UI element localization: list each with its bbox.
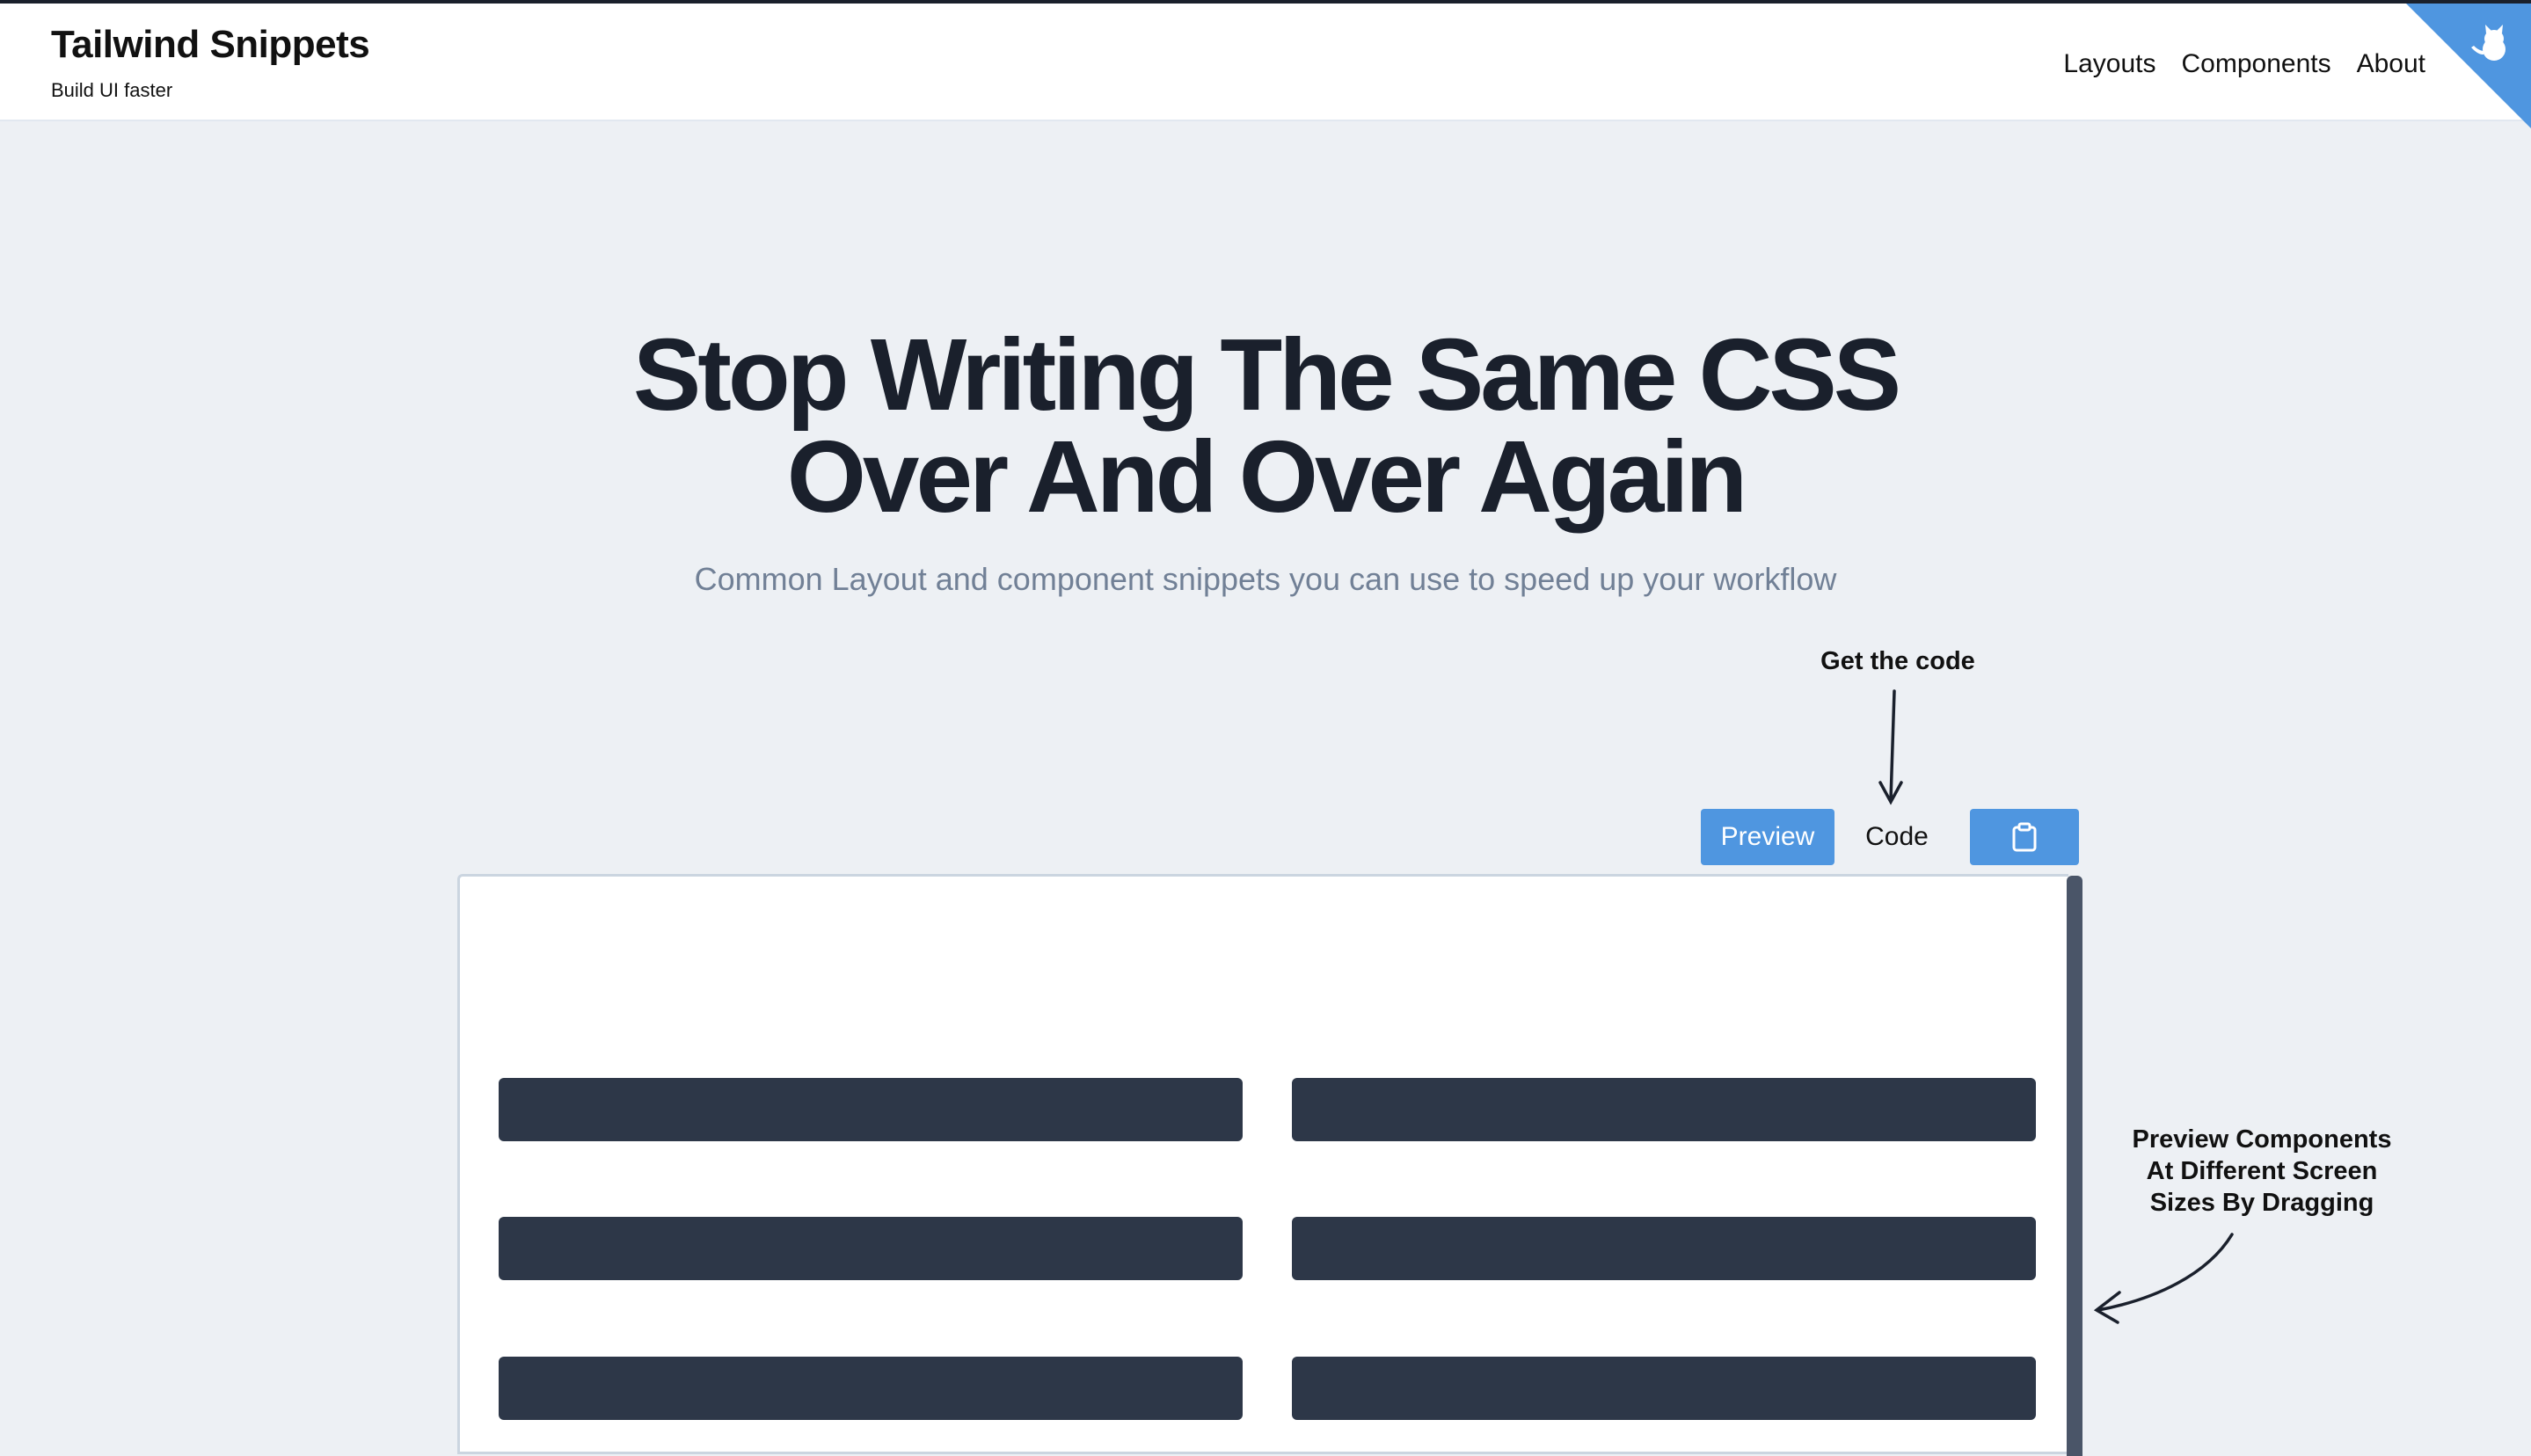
annotation-line: Sizes By Dragging — [2149, 1189, 2374, 1217]
copy-code-button[interactable] — [1970, 809, 2079, 865]
main-nav: Layouts Components About — [2063, 49, 2425, 79]
code-arrow — [1889, 689, 1896, 802]
placeholder-block — [499, 1078, 1243, 1141]
hero-title: Stop Writing The Same CSS Over And Over … — [0, 324, 2531, 528]
github-corner-link[interactable] — [2406, 4, 2531, 128]
get-code-annotation: Get the code — [1820, 647, 1975, 675]
annotation-line: Preview Components — [2132, 1125, 2392, 1154]
preview-tab-button[interactable]: Preview — [1701, 809, 1834, 865]
component-preview-frame — [457, 874, 2068, 1454]
nav-components[interactable]: Components — [2181, 49, 2330, 79]
placeholder-block — [1292, 1217, 2036, 1280]
placeholder-block — [499, 1357, 1243, 1420]
clipboard-icon — [2012, 822, 2037, 852]
github-octocat-icon — [2406, 4, 2531, 128]
annotation-line: At Different Screen — [2146, 1157, 2378, 1185]
drag-arrow — [2097, 1233, 2234, 1312]
placeholder-block — [499, 1217, 1243, 1280]
site-subtitle: Build UI faster — [51, 79, 173, 101]
placeholder-block — [1292, 1078, 2036, 1141]
code-tab-button[interactable]: Code — [1845, 809, 1949, 865]
drag-arrow-head — [2093, 1291, 2121, 1324]
site-title[interactable]: Tailwind Snippets — [51, 23, 370, 67]
placeholder-block — [1292, 1357, 2036, 1420]
resize-drag-handle[interactable] — [2067, 876, 2082, 1456]
brand[interactable]: Tailwind Snippets Build UI faster — [51, 23, 370, 102]
hero-title-line-1: Stop Writing The Same CSS — [632, 317, 1901, 432]
code-arrow-head — [1878, 781, 1903, 805]
hero-title-line-2: Over And Over Again — [786, 419, 1748, 534]
site-header: Tailwind Snippets Build UI faster Layout… — [0, 4, 2531, 121]
hero-subtitle: Common Layout and component snippets you… — [694, 561, 1837, 597]
snippet-toolbar: Preview Code — [1701, 809, 2079, 865]
preview-drag-annotation: Preview Components At Different Screen S… — [2105, 1124, 2418, 1219]
nav-layouts[interactable]: Layouts — [2063, 49, 2155, 79]
